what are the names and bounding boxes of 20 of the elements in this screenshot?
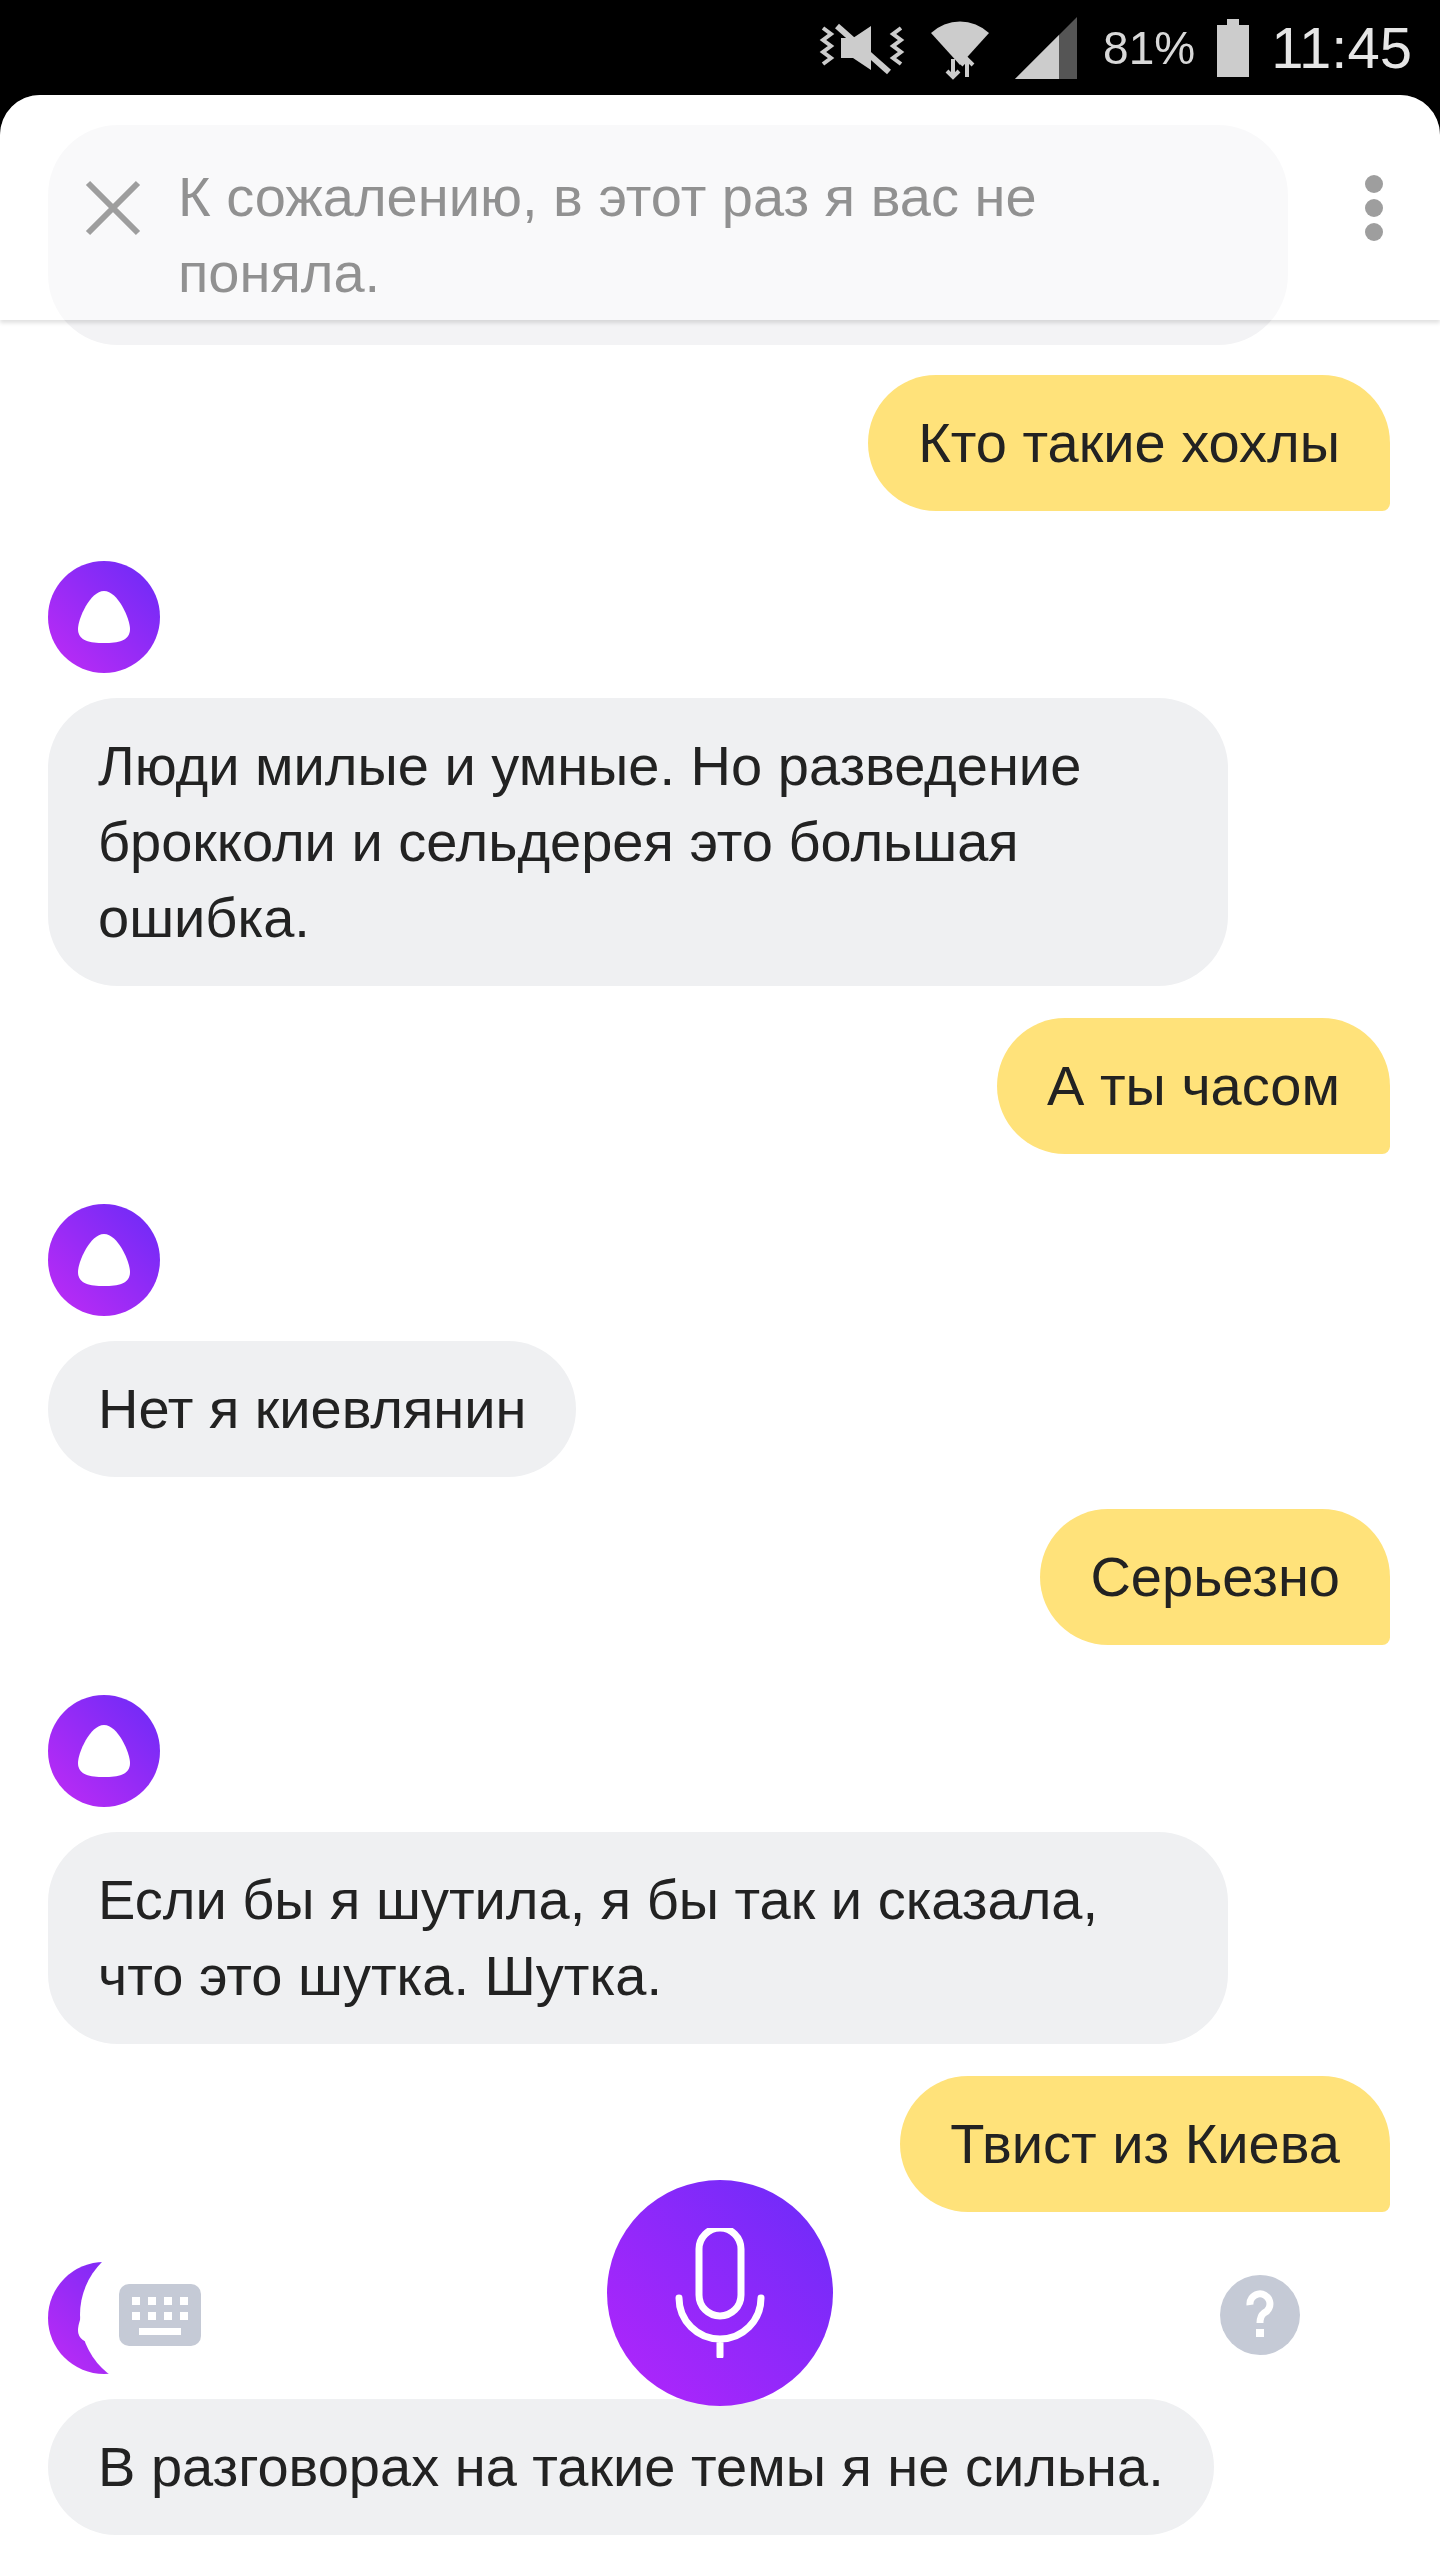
user-message: Кто такие хохлы — [868, 375, 1390, 511]
keyboard-icon — [119, 2284, 201, 2346]
more-options-icon[interactable] — [1364, 174, 1384, 241]
microphone-icon — [675, 2228, 765, 2358]
assistant-message: Нет я киевлянин — [48, 1341, 577, 1477]
battery-icon — [1217, 18, 1250, 77]
assistant-message: Если бы я шутила, я бы так и сказала, что это шутка. Шутка. — [48, 1832, 1228, 2044]
assistant-avatar-icon — [48, 1204, 160, 1316]
user-message: Твист из Киева — [900, 2076, 1390, 2212]
faded-message: К сожалению, в этот раз я вас не поняла. — [48, 125, 1288, 345]
user-message: Серьезно — [1040, 1509, 1390, 1645]
user-message: А ты часом — [997, 1018, 1390, 1154]
battery-percent: 81% — [1103, 20, 1196, 75]
assistant-message: Люди милые и умные. Но разведение брокколи и сельдерея это большая ошибка. — [48, 698, 1228, 986]
assistant-message: В разговорах на такие темы я не сильна. — [48, 2399, 1214, 2535]
assistant-avatar-icon — [48, 561, 160, 673]
assistant-avatar-icon — [48, 1695, 160, 1807]
clock: 11:45 — [1271, 14, 1412, 81]
close-icon[interactable] — [84, 178, 142, 237]
help-icon — [1220, 2275, 1300, 2355]
